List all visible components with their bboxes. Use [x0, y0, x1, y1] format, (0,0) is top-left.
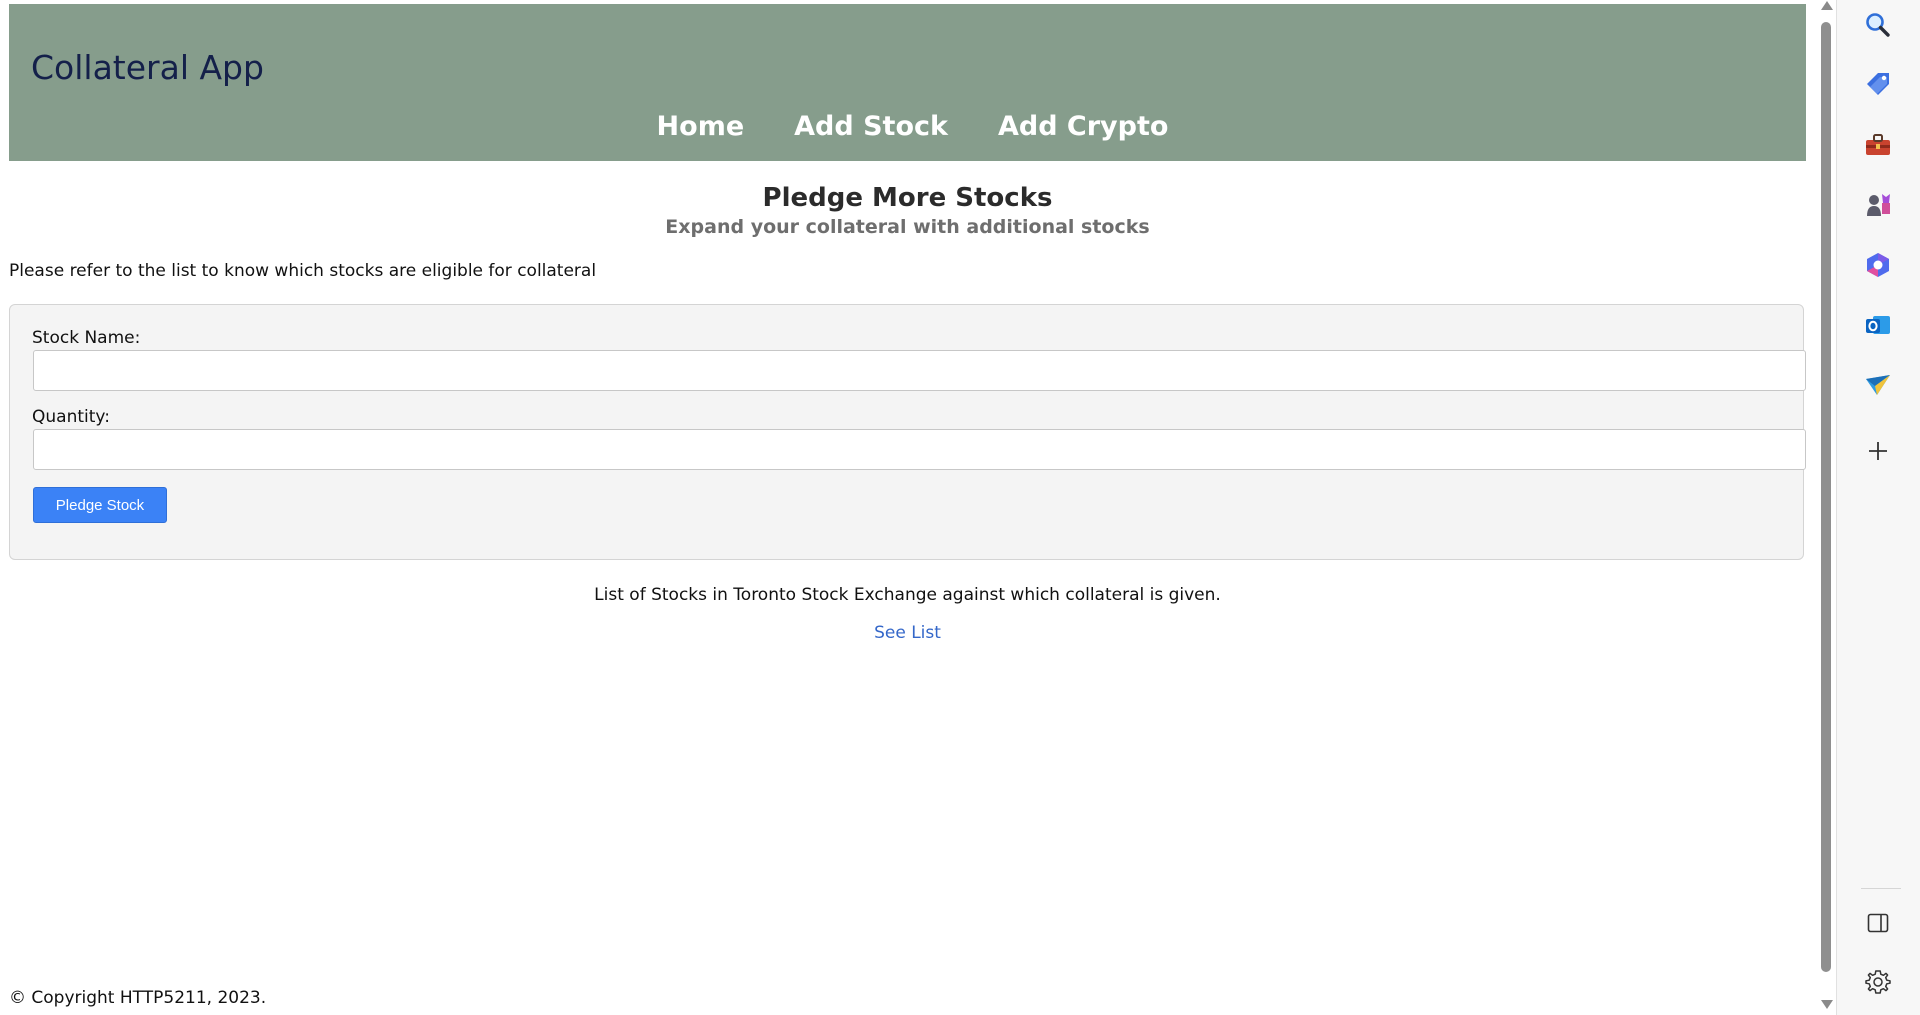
app-header: Collateral App Home Add Stock Add Crypto [9, 4, 1806, 161]
scroll-down-arrow-icon[interactable] [1821, 1000, 1833, 1009]
settings-icon[interactable] [1858, 962, 1898, 1002]
search-icon[interactable] [1858, 5, 1898, 45]
scroll-thumb[interactable] [1821, 22, 1831, 972]
app-title: Collateral App [31, 48, 264, 87]
send-icon[interactable] [1858, 365, 1898, 405]
quantity-label: Quantity: [32, 407, 110, 427]
page-scrollbar[interactable] [1818, 0, 1834, 1015]
page-heading: Pledge More Stocks [762, 183, 1053, 213]
page-viewport: Collateral App Home Add Stock Add Crypto… [0, 0, 1818, 1015]
nav-home-link[interactable]: Home [657, 111, 745, 142]
games-icon[interactable] [1858, 185, 1898, 225]
see-list-container: See List [9, 623, 1806, 643]
see-list-link[interactable]: See List [874, 623, 941, 643]
stock-list-note: List of Stocks in Toronto Stock Exchange… [594, 585, 1221, 605]
browser-side-panel [1836, 0, 1920, 1015]
stock-name-label: Stock Name: [32, 328, 141, 348]
copyright-text: © Copyright HTTP5211, 2023. [9, 988, 267, 1008]
stock-name-input[interactable] [33, 350, 1806, 391]
scroll-up-arrow-icon[interactable] [1821, 1, 1833, 10]
page-subheading: Expand your collateral with additional s… [665, 216, 1150, 238]
toolbox-icon[interactable] [1858, 125, 1898, 165]
add-icon[interactable] [1858, 431, 1898, 471]
nav-add-crypto-link[interactable]: Add Crypto [998, 111, 1168, 142]
quantity-input[interactable] [33, 429, 1806, 470]
nav-add-stock-link[interactable]: Add Stock [794, 111, 948, 142]
tag-icon[interactable] [1858, 65, 1898, 105]
copilot-icon[interactable] [1858, 245, 1898, 285]
side-panel-divider [1861, 888, 1901, 889]
pledge-stock-button[interactable]: Pledge Stock [33, 487, 167, 523]
main-nav: Home Add Stock Add Crypto [9, 111, 1806, 142]
pledge-stock-form: Stock Name: Quantity: Pledge Stock [9, 304, 1806, 560]
split-view-icon[interactable] [1858, 903, 1898, 943]
outlook-icon[interactable] [1858, 305, 1898, 345]
eligibility-note: Please refer to the list to know which s… [9, 261, 597, 281]
